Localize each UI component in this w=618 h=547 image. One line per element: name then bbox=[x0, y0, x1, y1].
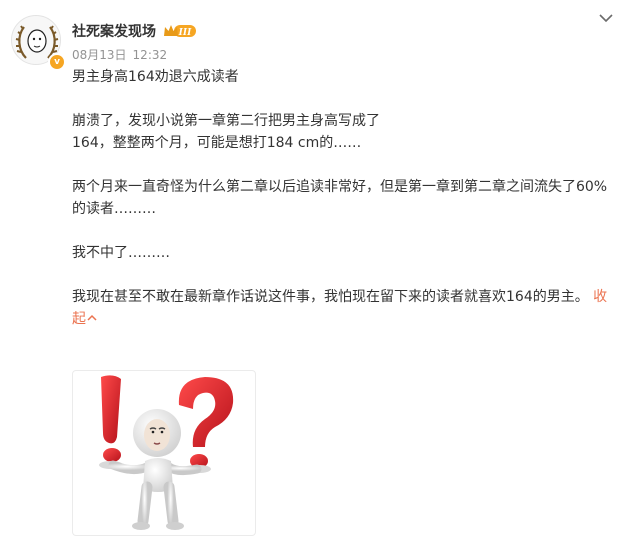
post-paragraph: 男主身高164劝退六成读者 bbox=[72, 69, 239, 85]
post-paragraph-text: 我现在甚至不敢在最新章作话说这件事，我怕现在留下来的读者就喜欢164的男主。 bbox=[72, 289, 594, 305]
post-paragraph: 两个月来一直奇怪为什么第二章以后追读非常好，但是第一章到第二章之间流失了60% … bbox=[72, 179, 608, 217]
crown-icon: III bbox=[164, 25, 196, 38]
figure-with-exclamation-question-image bbox=[99, 375, 234, 530]
post-date[interactable]: 08月13日 bbox=[72, 48, 127, 62]
chevron-up-icon bbox=[87, 314, 97, 321]
post-time[interactable]: 12:32 bbox=[133, 48, 168, 62]
post-paragraph bbox=[72, 264, 612, 286]
post-meta: 08月13日 12:32 bbox=[72, 46, 173, 63]
post-text: 男主身高164劝退六成读者 崩溃了，发现小说第一章第二行把男主身高写成了 164… bbox=[72, 66, 612, 330]
post-paragraph bbox=[72, 220, 612, 242]
level-badge[interactable]: III bbox=[163, 23, 197, 39]
post-paragraph: 我不中了……… bbox=[72, 245, 170, 261]
post-image[interactable] bbox=[72, 370, 256, 536]
post-paragraph bbox=[72, 88, 612, 110]
post-paragraph bbox=[72, 154, 612, 176]
verified-badge: v bbox=[48, 53, 66, 71]
author-name[interactable]: 社死案发现场 bbox=[72, 21, 156, 41]
post-paragraph-last: 我现在甚至不敢在最新章作话说这件事，我怕现在留下来的读者就喜欢164的男主。 收… bbox=[72, 286, 612, 330]
chevron-down-icon[interactable] bbox=[596, 10, 616, 26]
post-paragraph: 崩溃了，发现小说第一章第二行把男主身高写成了 164，整整两个月，可能是想打18… bbox=[72, 113, 380, 151]
level-text: III bbox=[178, 28, 192, 38]
